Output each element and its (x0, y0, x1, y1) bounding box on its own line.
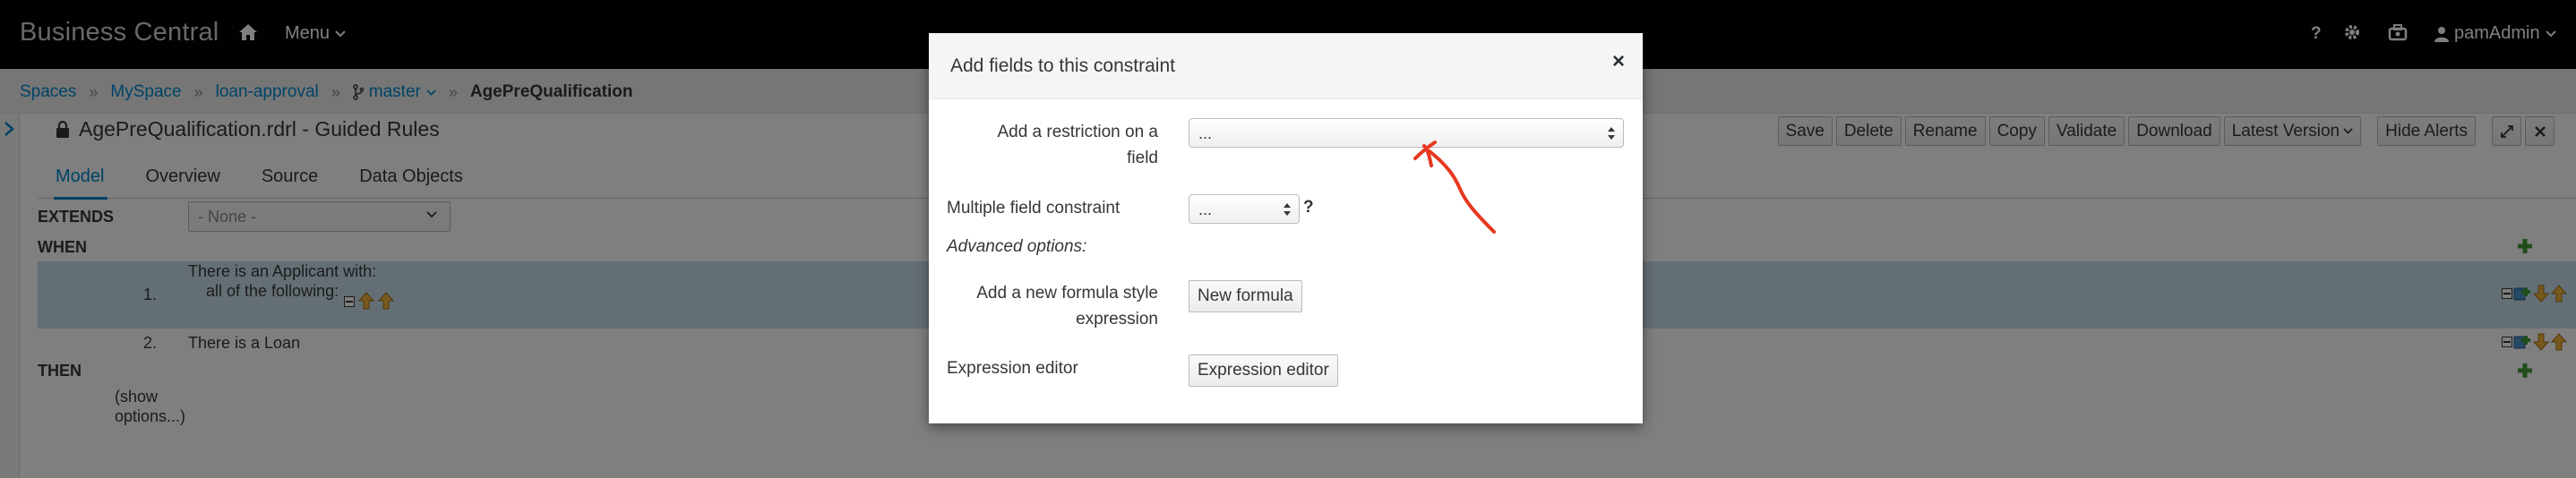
restriction-label: Add a restriction on a field (947, 119, 1158, 171)
select-arrows-icon (1608, 127, 1615, 140)
new-formula-button[interactable]: New formula (1189, 280, 1302, 312)
annotation-arrow (1413, 141, 1496, 234)
multiple-constraint-select[interactable]: ... (1189, 194, 1300, 224)
multiple-constraint-help[interactable]: ? (1303, 198, 1314, 218)
multiple-select-value: ... (1198, 201, 1213, 218)
restriction-select-value: ... (1198, 124, 1213, 142)
formula-label: Add a new formula style expression (947, 280, 1158, 332)
add-fields-dialog: Add fields to this constraint × Add a re… (929, 33, 1643, 423)
restriction-label-line: Add a restriction on a (997, 123, 1158, 141)
formula-label-line: expression (1076, 310, 1158, 329)
multiple-constraint-label: Multiple field constraint (947, 199, 1121, 218)
dialog-header: Add fields to this constraint × (929, 33, 1643, 99)
dialog-close-button[interactable]: × (1612, 49, 1625, 74)
dialog-title: Add fields to this constraint (950, 55, 1175, 76)
restriction-label-line: field (1127, 149, 1158, 167)
select-arrows-icon (1284, 203, 1291, 216)
expression-editor-label: Expression editor (947, 359, 1078, 378)
expression-editor-button[interactable]: Expression editor (1189, 354, 1338, 387)
advanced-options-label: Advanced options: (947, 237, 1087, 256)
formula-label-line: Add a new formula style (976, 284, 1158, 303)
restriction-field-select[interactable]: ... (1189, 118, 1624, 148)
